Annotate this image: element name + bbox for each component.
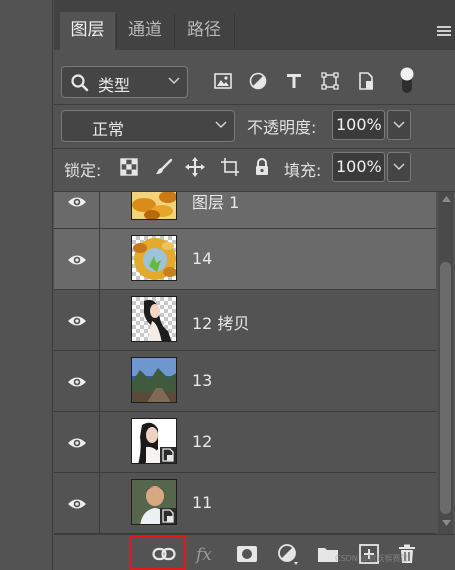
eye-icon <box>68 499 86 509</box>
fill-input[interactable]: 100% <box>332 152 385 182</box>
lock-artboard-icon[interactable] <box>219 156 241 178</box>
layer-thumbnail-landscape <box>131 357 177 403</box>
visibility-toggle[interactable] <box>54 229 100 289</box>
eye-icon <box>68 316 86 326</box>
visibility-toggle[interactable] <box>54 351 100 411</box>
chevron-down-icon <box>393 121 405 129</box>
visibility-toggle[interactable] <box>54 473 100 533</box>
eye-icon <box>68 438 86 448</box>
visibility-toggle[interactable] <box>54 290 100 350</box>
filter-pixel-layers-icon[interactable] <box>212 70 234 92</box>
watermark-text: CSDN @跳跃猴赛雷 <box>335 554 409 563</box>
lock-position-move-icon[interactable] <box>184 156 206 178</box>
opacity-input[interactable]: 100% <box>332 110 385 140</box>
smart-object-badge-icon <box>160 508 176 524</box>
layer-name[interactable]: 14 <box>192 249 212 268</box>
tab-channels[interactable]: 通道 <box>117 12 173 50</box>
layer-thumbnail-boy <box>131 479 177 525</box>
canvas-gutter <box>0 0 53 570</box>
filter-toggle-switch[interactable] <box>399 66 415 94</box>
layer-row[interactable]: 12 <box>54 412 436 473</box>
filter-smart-objects-icon[interactable] <box>355 70 377 92</box>
layer-name[interactable]: 11 <box>192 493 212 512</box>
layer-name[interactable]: 图层 1 <box>192 192 239 213</box>
layers-panel: 图层 通道 路径 类型 正常 不透明度: 100% 锁定: 填充: 100% 图… <box>54 0 455 570</box>
tab-divider <box>234 14 235 48</box>
tab-layers[interactable]: 图层 <box>60 12 115 50</box>
filter-adjustment-layers-icon[interactable] <box>247 70 269 92</box>
layer-row[interactable]: 图层 1 <box>54 192 436 229</box>
panel-menu-icon[interactable] <box>437 26 451 38</box>
svg-text:fx: fx <box>195 545 212 564</box>
opacity-value: 100% <box>336 115 382 134</box>
scroll-down-arrow-icon[interactable] <box>442 520 451 526</box>
filter-shape-layers-icon[interactable] <box>319 70 341 92</box>
fill-dropdown-button[interactable] <box>387 152 411 182</box>
scrollbar-thumb[interactable] <box>440 262 451 514</box>
scroll-up-arrow-icon[interactable] <box>442 196 451 202</box>
add-layer-mask-icon[interactable] <box>235 543 259 565</box>
visibility-toggle[interactable] <box>54 412 100 472</box>
layer-thumbnail-leaves-circle <box>131 235 177 281</box>
lock-all-padlock-icon[interactable] <box>251 156 273 178</box>
chevron-down-icon <box>393 163 405 171</box>
opacity-label: 不透明度: <box>247 118 317 137</box>
visibility-toggle[interactable] <box>54 192 100 228</box>
new-adjustment-layer-icon[interactable] <box>276 543 300 565</box>
eye-icon <box>68 197 86 207</box>
search-icon <box>71 74 89 92</box>
layers-bottom-toolbar: fx <box>54 534 455 570</box>
blend-mode-dropdown[interactable]: 正常 <box>61 110 235 142</box>
chevron-down-icon <box>215 121 227 129</box>
layer-filter-dropdown[interactable]: 类型 <box>61 66 188 98</box>
layer-row[interactable]: 13 <box>54 351 436 412</box>
divider <box>54 104 455 105</box>
divider <box>54 148 455 149</box>
link-layers-icon[interactable] <box>152 543 176 565</box>
panel-tabbar: 图层 通道 路径 <box>54 0 455 50</box>
lock-image-pixels-brush-icon[interactable] <box>153 156 175 178</box>
layer-name[interactable]: 13 <box>192 371 212 390</box>
chevron-down-icon <box>168 77 180 85</box>
blend-mode-value: 正常 <box>92 120 125 139</box>
tab-paths[interactable]: 路径 <box>175 12 233 50</box>
fill-value: 100% <box>336 157 382 176</box>
filter-type-label: 类型 <box>98 76 131 95</box>
eye-icon <box>68 377 86 387</box>
layer-thumbnail-woman-cutout <box>131 296 177 342</box>
layer-row[interactable]: 14 <box>54 229 436 290</box>
layer-style-fx-icon[interactable]: fx <box>194 543 218 565</box>
opacity-dropdown-button[interactable] <box>387 110 411 140</box>
layer-thumbnail-woman <box>131 418 177 464</box>
lock-transparent-pixels-icon[interactable] <box>118 156 140 178</box>
layer-name[interactable]: 12 <box>192 432 212 451</box>
eye-icon <box>68 255 86 265</box>
layers-list: 图层 1 14 12 拷贝 13 12 11 <box>54 192 436 534</box>
fill-label: 填充: <box>284 161 322 180</box>
smart-object-badge-icon <box>160 447 176 463</box>
layer-row[interactable]: 11 <box>54 473 436 534</box>
layer-name[interactable]: 12 拷贝 <box>192 310 249 334</box>
layer-row[interactable]: 12 拷贝 <box>54 290 436 351</box>
layer-thumbnail-autumn-leaves <box>131 192 177 220</box>
lock-label: 锁定: <box>64 161 102 180</box>
filter-type-layers-icon[interactable] <box>283 70 305 92</box>
